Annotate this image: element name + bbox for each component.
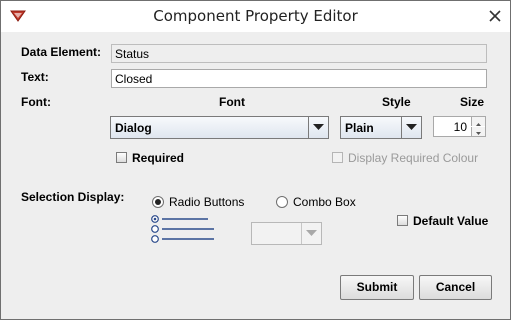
window-title: Component Property Editor [153,7,358,25]
style-column-header: Style [382,95,411,109]
required-label[interactable]: Required [132,151,184,165]
required-checkbox[interactable] [116,152,127,163]
spinner-down-icon [476,132,481,135]
radio-buttons-radio[interactable] [152,196,164,208]
spinner-down-button[interactable] [471,127,485,136]
submit-button[interactable]: Submit [340,275,414,300]
font-label: Font: [21,95,51,109]
default-value-checkbox[interactable] [397,215,408,226]
component-property-editor-dialog: Component Property Editor Data Element: … [0,0,511,320]
chevron-down-icon [406,124,417,130]
radio-list-preview-icon [151,215,214,243]
data-element-label: Data Element: [21,45,102,59]
data-element-field: Status [111,44,487,63]
close-icon[interactable] [486,8,504,24]
font-column-header: Font [219,95,245,109]
display-required-colour-checkbox[interactable] [332,152,343,163]
radio-buttons-label[interactable]: Radio Buttons [169,195,244,209]
chevron-down-icon [306,230,317,236]
style-combo-value: Plain [345,121,374,135]
title-bar[interactable]: Component Property Editor [1,1,510,32]
font-combo-value: Dialog [115,121,152,135]
text-field[interactable]: Closed [111,69,487,88]
display-required-colour-label[interactable]: Display Required Colour [348,151,478,165]
style-combo-arrow[interactable] [401,117,421,138]
combo-box-label[interactable]: Combo Box [293,195,356,209]
chevron-down-icon [313,124,324,130]
text-label: Text: [21,70,49,84]
size-spinner[interactable]: 10 [433,116,486,137]
selection-display-label: Selection Display: [21,190,125,204]
cancel-button[interactable]: Cancel [419,275,492,300]
default-value-label[interactable]: Default Value [413,214,488,228]
dialog-content: Data Element: Status Text: Closed Font: … [1,32,510,319]
default-value-combo[interactable] [251,222,322,245]
spinner-up-button[interactable] [471,117,485,126]
default-value-combo-arrow[interactable] [301,223,321,244]
combo-box-radio[interactable] [276,196,288,208]
font-combo[interactable]: Dialog [110,116,329,139]
size-spinner-value: 10 [453,120,467,134]
font-combo-arrow[interactable] [308,117,328,138]
size-column-header: Size [460,95,485,109]
style-combo[interactable]: Plain [340,116,422,139]
